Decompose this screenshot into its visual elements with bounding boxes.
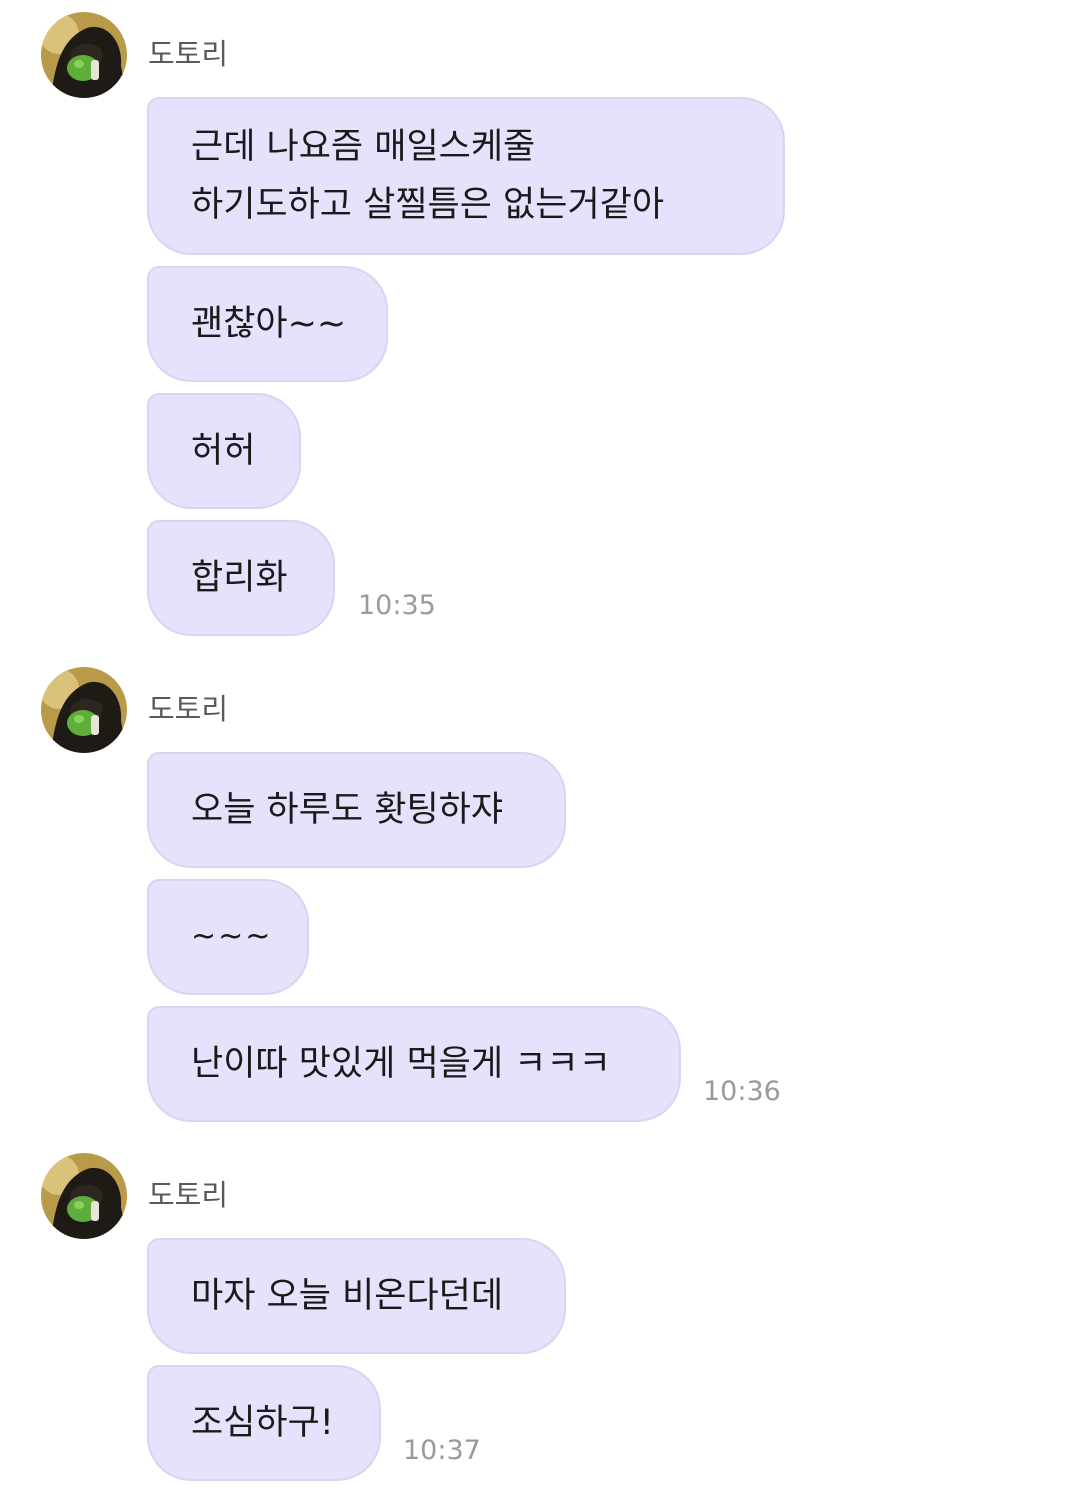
message-timestamp: 10:37 [403, 1435, 481, 1466]
message-bubble[interactable]: 근데 나요즘 매일스케줄 하기도하고 살찔틈은 없는거같아 [147, 97, 785, 255]
message-bubble[interactable]: 난이따 맛있게 먹을게 ㅋㅋㅋ [147, 1006, 681, 1122]
message-timestamp: 10:35 [358, 590, 436, 621]
message-bubble[interactable]: 조심하구! [147, 1365, 381, 1481]
sender-name: 도토리 [148, 1178, 229, 1212]
message-text: 근데 나요즘 매일스케줄 [191, 127, 536, 167]
message-timestamp: 10:36 [703, 1076, 781, 1107]
message-text: 허허 [191, 431, 256, 471]
sender-avatar[interactable] [41, 1153, 127, 1239]
message-bubble[interactable]: 허허 [147, 393, 301, 509]
sender-name: 도토리 [148, 692, 229, 726]
message-text: 조심하구! [191, 1403, 334, 1443]
message-text: 오늘 하루도 홧팅하쟈 [191, 790, 504, 830]
message-text: 합리화 [191, 558, 288, 598]
sender-avatar[interactable] [41, 667, 127, 753]
sender-name: 도토리 [148, 37, 229, 71]
message-text: 난이따 맛있게 먹을게 ㅋㅋㅋ [191, 1044, 611, 1084]
message-bubble[interactable]: 마자 오늘 비온다던데 [147, 1238, 566, 1354]
message-bubble[interactable]: ~~~ [147, 879, 309, 995]
message-text: 하기도하고 살찔틈은 없는거같아 [191, 185, 665, 225]
message-text: 마자 오늘 비온다던데 [191, 1276, 504, 1316]
message-bubble[interactable]: 합리화 [147, 520, 335, 636]
sender-avatar[interactable] [41, 12, 127, 98]
message-bubble[interactable]: 오늘 하루도 홧팅하쟈 [147, 752, 566, 868]
message-text: 괜찮아~~ [191, 304, 347, 344]
message-bubble[interactable]: 괜찮아~~ [147, 266, 388, 382]
message-text: ~~~ [191, 919, 273, 954]
